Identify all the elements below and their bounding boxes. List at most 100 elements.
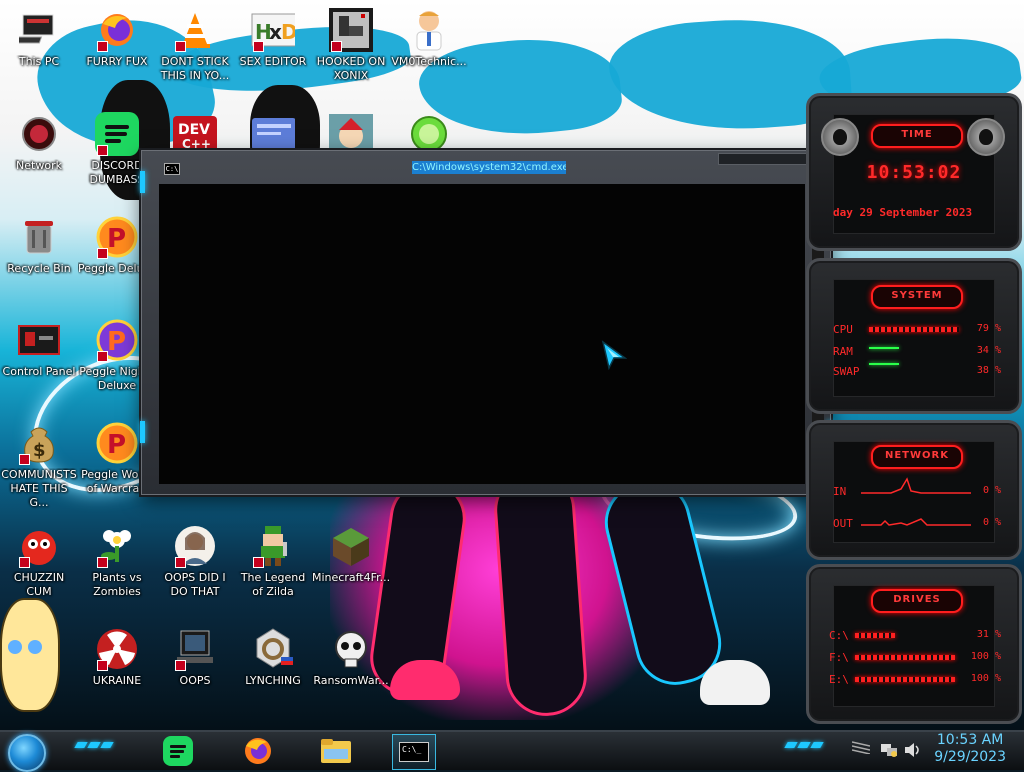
clock-time: 10:53:02	[866, 162, 962, 183]
desktop-icon-label: LYNCHING	[245, 674, 301, 687]
svg-text:$: $	[33, 440, 46, 461]
shortcut-arrow-icon	[175, 41, 186, 52]
drive-f-value: 100 %	[970, 651, 1001, 662]
taskbar-led-strip	[784, 742, 824, 750]
cmd-icon[interactable]: C:\	[164, 163, 180, 175]
desktop-icon-pvz[interactable]: Plants vs Zombies	[78, 524, 156, 599]
taskbar-app-file-explorer[interactable]	[316, 734, 356, 768]
computer-icon	[17, 8, 61, 52]
desktop-icon-vm0technic[interactable]: VM0Technic...	[390, 8, 468, 69]
swap-bar	[869, 363, 899, 365]
network-tray-icon[interactable]	[880, 742, 898, 762]
frame-led	[140, 171, 145, 193]
desktop-icon-minecraft[interactable]: Minecraft4Fr...	[312, 524, 390, 585]
console-output-area[interactable]	[159, 184, 805, 484]
desktop-icon-sex-editor[interactable]: HxD SEX EDITOR	[234, 8, 312, 69]
shortcut-arrow-icon	[253, 557, 264, 568]
skull-icon	[329, 627, 373, 671]
shortcut-arrow-icon	[19, 454, 30, 465]
drive-e-label: E:\	[829, 673, 849, 686]
desktop-icon-communists[interactable]: $ COMMUNISTS HATE THIS G...	[0, 421, 78, 510]
desktop-icon-recycle-bin[interactable]: Recycle Bin	[0, 215, 78, 276]
firefox-icon	[245, 738, 271, 764]
cmd-window[interactable]: C:\ C:\Windows\system32\cmd.exe ▲ ▼	[140, 150, 832, 495]
desktop-icon-zilda[interactable]: The Legend of Zilda	[234, 524, 312, 599]
desktop-icon-label: The Legend of Zilda	[240, 571, 306, 598]
desktop-icon-ransomware[interactable]: RansomWar...	[312, 627, 390, 688]
desktop-icon-chuzzin[interactable]: CHUZZIN CUM	[0, 524, 78, 599]
shortcut-arrow-icon	[97, 351, 108, 362]
cpu-label: CPU	[833, 323, 853, 336]
desktop-icon-network[interactable]: Network	[0, 112, 78, 173]
tray-stripes-icon[interactable]	[851, 740, 871, 758]
minecraft-block-icon	[329, 524, 373, 568]
xonix-game-icon	[329, 8, 373, 52]
drives-gadget[interactable]: DRIVES C:\ 31 % F:\ 100 % E:\ 100 %	[806, 564, 1022, 724]
svg-text:D: D	[281, 20, 295, 44]
desktop-icon-furry-fux[interactable]: FURRY FUX	[78, 8, 156, 69]
window-title: C:\Windows\system32\cmd.exe	[412, 161, 566, 174]
peggle-icon: P	[95, 318, 139, 362]
desktop-icon-label: COMMUNISTS HATE THIS G...	[1, 468, 77, 509]
cmd-icon: C:\_	[399, 742, 429, 762]
drive-c-bar	[855, 633, 895, 638]
window-controls-bar	[718, 153, 810, 165]
recycle-bin-icon	[17, 215, 61, 259]
time-gadget[interactable]: TIME 10:53:02 day 29 September 2023	[806, 93, 1022, 251]
taskbar-led-strip	[74, 742, 114, 750]
taskbar-app-cmd[interactable]: C:\_	[392, 734, 436, 770]
desktop-icon-oops-did-i[interactable]: OOPS DID I DO THAT	[156, 524, 234, 599]
swap-label: SWAP	[833, 365, 860, 378]
clock-date: day 29 September 2023	[833, 206, 973, 219]
drive-c-value: 31 %	[976, 629, 1001, 640]
vlc-cone-icon	[173, 8, 217, 52]
window-titlebar[interactable]: C:\ C:\Windows\system32\cmd.exe	[142, 151, 830, 183]
taskbar-app-spotify[interactable]	[158, 734, 198, 768]
spotify-style-icon	[95, 112, 139, 156]
shortcut-arrow-icon	[19, 557, 30, 568]
desktop-icon-oops[interactable]: OOPS	[156, 627, 234, 688]
volume-icon[interactable]	[904, 742, 922, 762]
desktop-icon-label: Minecraft4Fr...	[312, 571, 390, 584]
desktop-icon-dont-stick[interactable]: DONT STICK THIS IN YO...	[156, 8, 234, 83]
ram-bar	[869, 347, 899, 349]
hxd-editor-icon: HxD	[251, 8, 295, 52]
net-in-value: 0 %	[982, 485, 1001, 496]
desktop-icon-this-pc[interactable]: This PC	[0, 8, 78, 69]
taskbar-clock[interactable]: 10:53 AM 9/29/2023	[934, 732, 1006, 766]
ram-value: 34 %	[976, 345, 1001, 356]
drive-c-label: C:\	[829, 629, 849, 642]
shortcut-arrow-icon	[97, 41, 108, 52]
shortcut-arrow-icon	[175, 557, 186, 568]
desktop-icon-lynching[interactable]: LYNCHING	[234, 627, 312, 688]
svg-text:P: P	[107, 327, 126, 357]
network-gadget[interactable]: NETWORK IN 0 % OUT 0 %	[806, 420, 1022, 560]
alien-logo-icon	[821, 118, 859, 156]
plant-flower-icon	[95, 524, 139, 568]
shortcut-arrow-icon	[175, 660, 186, 671]
firefox-icon	[95, 8, 139, 52]
desktop-icon-label: FURRY FUX	[86, 55, 148, 68]
desktop-icon-hooked-on-xonix[interactable]: HOOKED ON XONIX	[312, 8, 390, 83]
shortcut-arrow-icon	[97, 660, 108, 671]
alien-logo-icon	[967, 118, 1005, 156]
taskbar-app-firefox[interactable]	[238, 734, 278, 768]
net-out-graph	[861, 518, 971, 526]
net-in-graph	[861, 477, 971, 494]
spotify-style-icon	[163, 736, 193, 766]
mouse-cursor-icon	[601, 340, 628, 374]
shortcut-arrow-icon	[97, 248, 108, 259]
radiation-icon	[95, 627, 139, 671]
desktop-icon-label: Network	[16, 159, 62, 172]
gadget-header: TIME	[871, 124, 963, 148]
desktop-icon-label: UKRAINE	[92, 674, 142, 687]
desktop-icon-ukraine[interactable]: UKRAINE	[78, 627, 156, 688]
desktop-icon-label: Recycle Bin	[7, 262, 71, 275]
drive-e-value: 100 %	[970, 673, 1001, 684]
system-gadget[interactable]: SYSTEM CPU 79 % RAM 34 % SWAP 38 %	[806, 258, 1022, 414]
start-orb-icon[interactable]	[8, 734, 46, 772]
shortcut-arrow-icon	[331, 41, 342, 52]
desktop-icon-control-panel[interactable]: Control Panel	[0, 318, 78, 379]
portrait-icon	[173, 524, 217, 568]
peggle-icon: P	[95, 215, 139, 259]
